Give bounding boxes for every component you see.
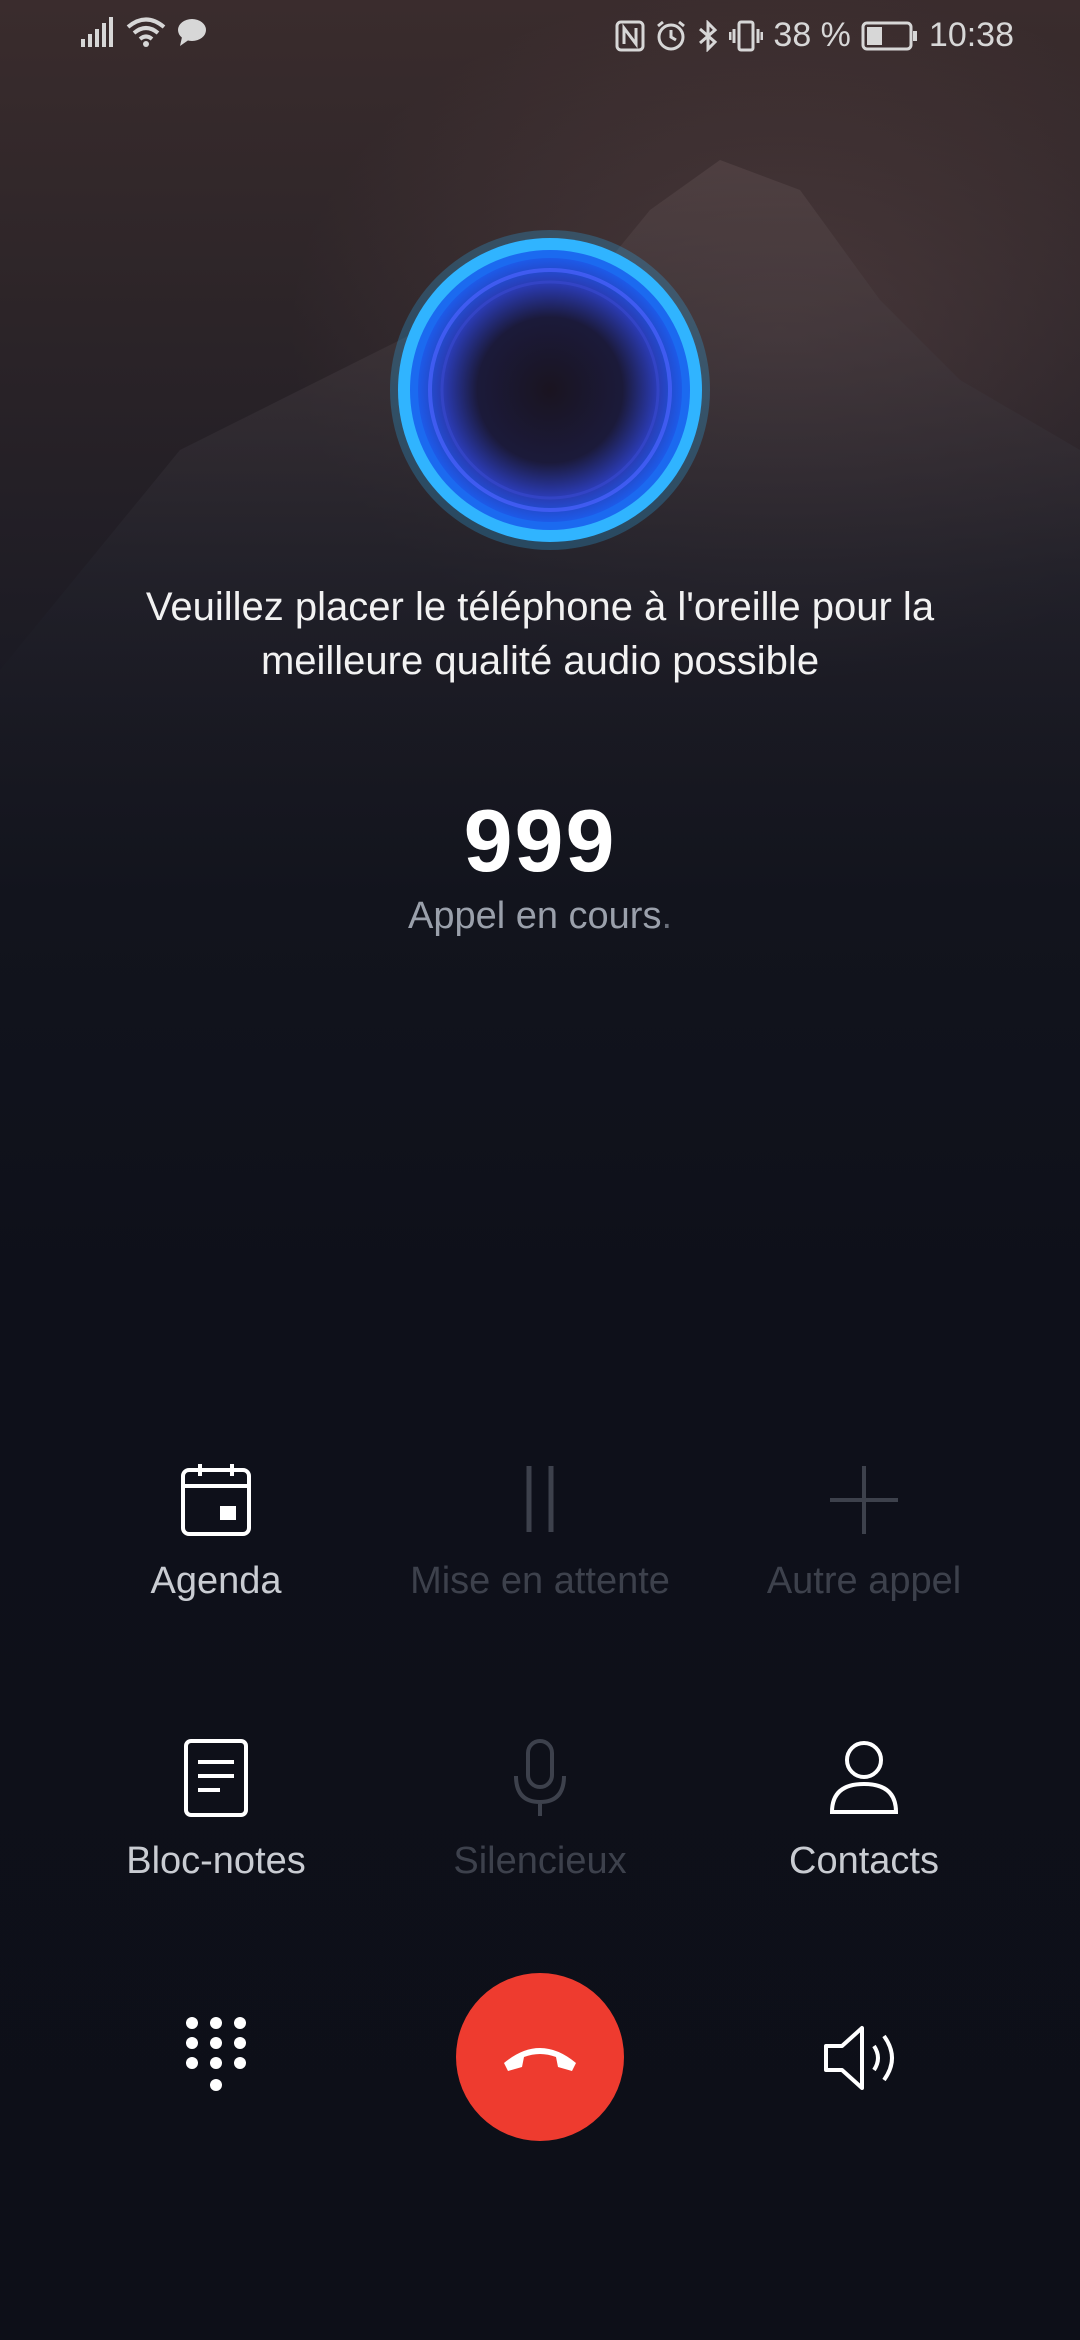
notes-button[interactable]: Bloc-notes	[36, 1738, 396, 1883]
dialpad-icon	[186, 2017, 246, 2091]
call-status-label: Appel en cours	[407, 895, 662, 937]
clock: 10:38	[928, 16, 1014, 54]
bluetooth-icon	[697, 19, 719, 52]
vibrate-icon	[729, 20, 764, 52]
battery-icon	[861, 21, 919, 51]
signal-icon	[80, 17, 116, 47]
hold-button[interactable]: Mise en attente	[360, 1462, 720, 1603]
end-call-button[interactable]	[456, 1973, 624, 2141]
mute-label: Silencieux	[453, 1840, 627, 1882]
call-voice-orb	[390, 230, 710, 550]
agenda-button[interactable]: Agenda	[36, 1462, 396, 1603]
message-icon	[176, 17, 208, 47]
plus-icon	[830, 1466, 898, 1534]
audio-quality-hint: Veuillez placer le téléphone à l'oreille…	[145, 585, 935, 683]
status-bar: 38 % 10:38	[0, 0, 1080, 72]
speaker-button[interactable]	[820, 2018, 910, 2103]
person-icon	[829, 1741, 899, 1814]
hold-label: Mise en attente	[410, 1560, 670, 1602]
notes-label: Bloc-notes	[126, 1840, 306, 1882]
nfc-icon	[615, 20, 645, 52]
add-call-button[interactable]: Autre appel	[684, 1462, 1044, 1603]
called-number: 999	[463, 791, 617, 890]
contacts-button[interactable]: Contacts	[684, 1738, 1044, 1883]
call-status: Appel en cours.	[0, 895, 1080, 938]
microphone-icon	[514, 1739, 566, 1816]
mute-button[interactable]: Silencieux	[360, 1738, 720, 1883]
battery-percent: 38 %	[773, 16, 851, 54]
add-call-label: Autre appel	[766, 1560, 962, 1602]
alarm-icon	[655, 20, 687, 52]
hang-up-icon	[504, 2048, 576, 2071]
speaker-icon	[824, 2026, 894, 2090]
calendar-icon	[181, 1464, 251, 1536]
notes-icon	[184, 1739, 248, 1817]
contacts-label: Contacts	[789, 1840, 939, 1882]
agenda-label: Agenda	[150, 1560, 282, 1602]
dialpad-button[interactable]	[172, 2015, 260, 2102]
call-status-dot: .	[661, 895, 673, 937]
pause-icon	[526, 1466, 554, 1532]
wifi-icon	[126, 16, 166, 48]
